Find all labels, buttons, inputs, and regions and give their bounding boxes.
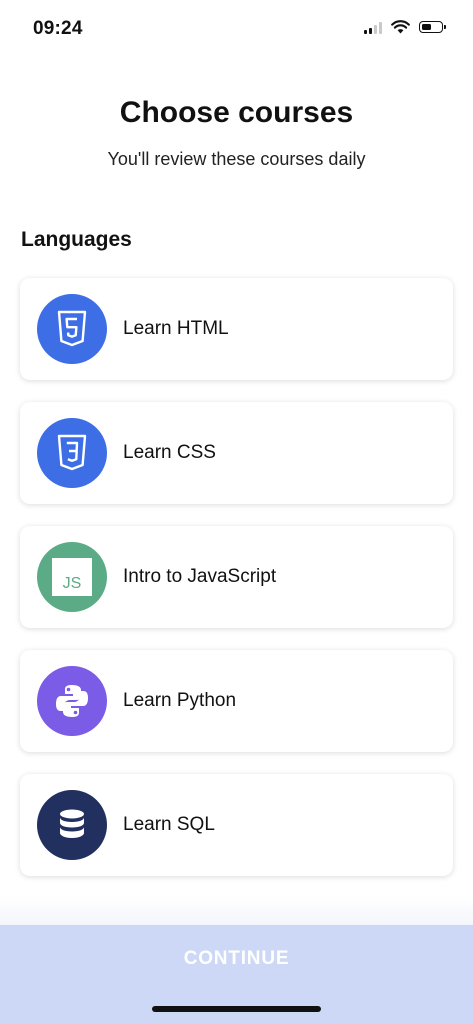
html5-icon bbox=[37, 294, 107, 364]
battery-icon bbox=[419, 21, 446, 33]
bottom-fade bbox=[0, 895, 473, 925]
course-label: Learn CSS bbox=[123, 442, 216, 463]
course-card-sql[interactable]: Learn SQL bbox=[20, 774, 453, 876]
status-icons bbox=[364, 20, 446, 34]
course-card-html[interactable]: Learn HTML bbox=[20, 278, 453, 380]
page-title: Choose courses bbox=[119, 96, 354, 129]
continue-label: CONTINUE bbox=[183, 948, 290, 969]
course-card-python[interactable]: Learn Python bbox=[20, 650, 453, 752]
section-title-languages: Languages bbox=[21, 228, 132, 251]
python-icon bbox=[37, 666, 107, 736]
css3-icon bbox=[37, 418, 107, 488]
course-label: Learn Python bbox=[123, 690, 237, 711]
course-card-javascript[interactable]: JS Intro to JavaScript bbox=[20, 526, 453, 628]
status-time: 09:24 bbox=[33, 18, 83, 39]
database-icon bbox=[37, 790, 107, 860]
cellular-signal-icon bbox=[364, 21, 382, 34]
home-indicator bbox=[152, 1006, 321, 1012]
battery-level bbox=[422, 24, 431, 30]
javascript-icon: JS bbox=[37, 542, 107, 612]
javascript-badge: JS bbox=[52, 558, 92, 596]
wifi-icon bbox=[391, 20, 410, 34]
course-list: Learn HTML Learn CSS JS Intro to JavaScr… bbox=[20, 278, 453, 898]
course-card-css[interactable]: Learn CSS bbox=[20, 402, 453, 504]
course-label: Learn HTML bbox=[123, 318, 229, 339]
page-subtitle: You'll review these courses daily bbox=[107, 149, 366, 169]
status-bar: 09:24 bbox=[0, 0, 473, 56]
course-label: Learn SQL bbox=[123, 814, 215, 835]
course-label: Intro to JavaScript bbox=[123, 566, 277, 587]
javascript-badge-text: JS bbox=[62, 575, 82, 592]
